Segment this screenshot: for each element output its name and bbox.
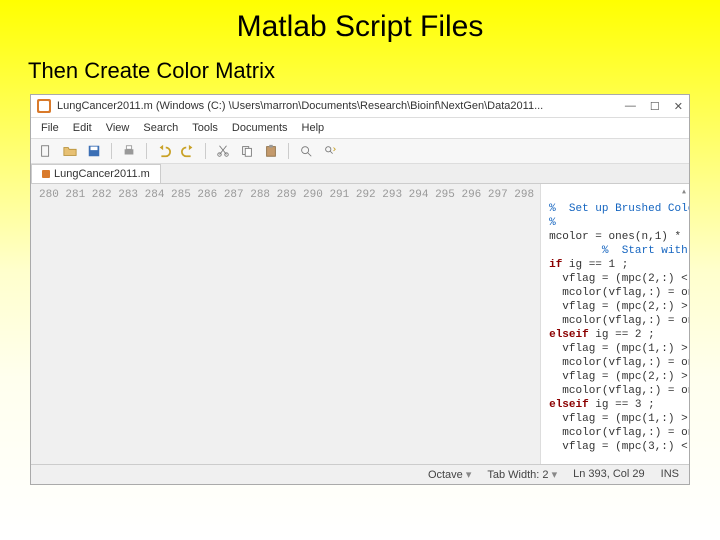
status-tabwidth[interactable]: Tab Width: 2 [487,468,557,481]
file-tab-label: LungCancer2011.m [54,168,150,180]
menu-help[interactable]: Help [302,122,325,134]
titlebar: LungCancer2011.m (Windows (C:) \Users\ma… [31,95,689,118]
menu-tools[interactable]: Tools [192,122,218,134]
status-cursor-position: Ln 393, Col 29 [573,468,645,481]
code-area[interactable]: 280 281 282 283 284 285 286 287 288 289 … [31,184,689,464]
statusbar: Octave Tab Width: 2 Ln 393, Col 29 INS [31,464,689,484]
menu-edit[interactable]: Edit [73,122,92,134]
scroll-up-icon[interactable]: ▴ [681,186,687,200]
menu-file[interactable]: File [41,122,59,134]
status-language[interactable]: Octave [428,468,471,481]
minimize-button[interactable]: — [625,100,636,113]
status-insert-mode: INS [661,468,679,481]
save-icon[interactable] [85,142,103,160]
open-file-icon[interactable] [61,142,79,160]
menu-documents[interactable]: Documents [232,122,288,134]
editor-window: LungCancer2011.m (Windows (C:) \Users\ma… [30,94,690,485]
new-file-icon[interactable] [37,142,55,160]
menu-search[interactable]: Search [143,122,178,134]
cut-icon[interactable] [214,142,232,160]
slide-subtitle: Then Create Color Matrix [0,44,720,94]
code-content[interactable]: % Set up Brushed Color Matrix % mcolor =… [541,184,689,464]
window-title: LungCancer2011.m (Windows (C:) \Users\ma… [57,100,617,112]
file-tab[interactable]: LungCancer2011.m [31,164,161,183]
menubar: File Edit View Search Tools Documents He… [31,118,689,139]
menu-view[interactable]: View [106,122,130,134]
search-icon[interactable] [297,142,315,160]
paste-icon[interactable] [262,142,280,160]
app-icon [37,99,51,113]
copy-icon[interactable] [238,142,256,160]
toolbar [31,139,689,164]
maximize-button[interactable]: ☐ [650,100,660,113]
tabbar: LungCancer2011.m [31,164,689,184]
redo-icon[interactable] [179,142,197,160]
slide-title: Matlab Script Files [0,0,720,44]
undo-icon[interactable] [155,142,173,160]
replace-icon[interactable] [321,142,339,160]
line-gutter: 280 281 282 283 284 285 286 287 288 289 … [31,184,541,464]
file-tab-icon [42,170,50,178]
print-icon[interactable] [120,142,138,160]
close-button[interactable]: ✕ [674,100,683,113]
